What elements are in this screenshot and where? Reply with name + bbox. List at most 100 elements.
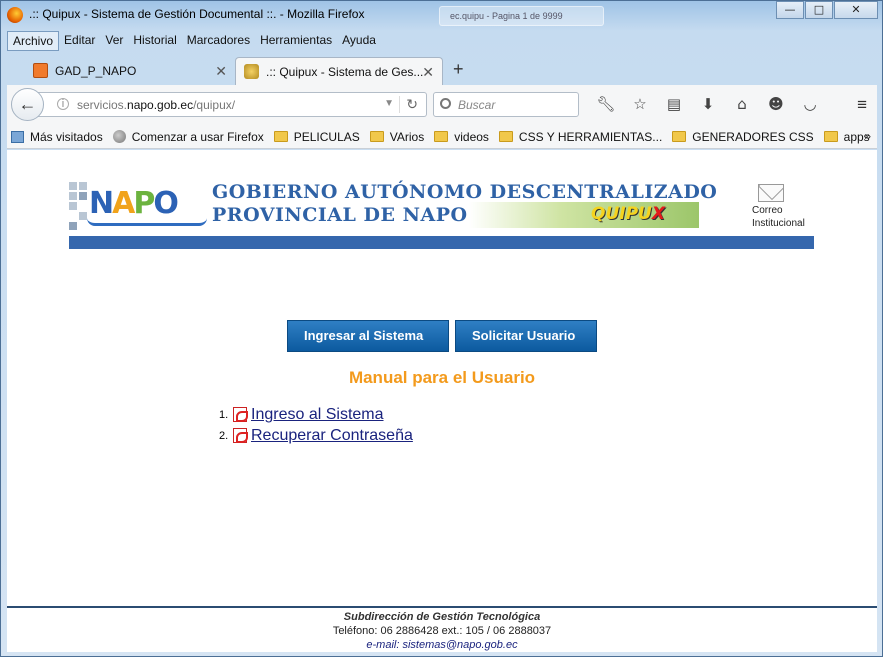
menu-archivo[interactable]: Archivo [7, 31, 60, 51]
tab-strip: GAD_P_NAPO ✕ .:: Quipux - Sistema de Ges… [7, 55, 877, 85]
bookmark-css-herramientas[interactable]: CSS Y HERRAMIENTAS... [498, 129, 663, 144]
xampp-favicon-icon [33, 63, 48, 78]
institutional-mail-link[interactable]: Correo Institucional [752, 184, 822, 230]
maximize-button[interactable]: □ [805, 1, 833, 19]
quipux-favicon-icon [244, 64, 259, 79]
hamburger-menu-icon[interactable]: ≡ [857, 95, 867, 115]
manual-link-ingreso[interactable]: Ingreso al Sistema [251, 406, 384, 424]
decorative-square [69, 192, 77, 200]
napo-logo: NAPO [89, 186, 179, 221]
folder-icon [369, 131, 384, 142]
tab-quipux[interactable]: .:: Quipux - Sistema de Ges... ✕ [235, 57, 443, 85]
close-window-button[interactable]: ✕ [834, 1, 878, 19]
close-tab-icon[interactable]: ✕ [422, 64, 434, 81]
search-placeholder: Buscar [458, 98, 496, 112]
bookmark-mas-visitados[interactable]: Más visitados [11, 130, 103, 144]
minimize-button[interactable]: — [776, 1, 804, 19]
bookmark-videos[interactable]: videos [434, 130, 489, 144]
menu-ayuda[interactable]: Ayuda [337, 31, 381, 51]
envelope-icon[interactable] [758, 184, 784, 202]
star-icon[interactable]: ☆ [623, 95, 657, 113]
url-host: napo.gob.ec [127, 98, 194, 112]
url-bar[interactable]: i servicios.napo.gob.ec/quipux/ ▼ ↻ [37, 92, 427, 117]
folder-icon [434, 131, 449, 142]
bookmark-generadores-css[interactable]: GENERADORES CSS [672, 129, 814, 144]
manual-list: 1. Ingreso al Sistema 2. Recuperar Contr… [219, 404, 413, 446]
bookmark-comenzar-firefox[interactable]: Comenzar a usar Firefox [112, 129, 264, 144]
bookmark-label: Más visitados [30, 129, 103, 144]
bookmark-label: Comenzar a usar Firefox [131, 129, 264, 144]
bookmark-apps[interactable]: apps [823, 130, 870, 144]
manual-link-recuperar[interactable]: Recuperar Contraseña [251, 427, 413, 445]
decorative-square [79, 182, 87, 190]
pdf-icon[interactable] [233, 407, 248, 422]
download-icon[interactable]: ⬇ [691, 95, 725, 113]
navigation-toolbar: i servicios.napo.gob.ec/quipux/ ▼ ↻ ← Bu… [7, 85, 877, 125]
menu-marcadores[interactable]: Marcadores [182, 31, 255, 51]
menu-ver[interactable]: Ver [100, 31, 128, 51]
list-item: 2. Recuperar Contraseña [219, 425, 413, 446]
pdf-icon[interactable] [233, 428, 248, 443]
menu-editar[interactable]: Editar [59, 31, 100, 51]
banner-title-line2: PROVINCIAL DE NAPO [212, 204, 468, 226]
decorative-square [79, 212, 87, 220]
request-user-button[interactable]: Solicitar Usuario [455, 320, 597, 352]
manual-heading: Manual para el Usuario [348, 368, 536, 387]
browser-window: .:: Quipux - Sistema de Gestión Document… [0, 0, 883, 657]
back-button[interactable]: ← [11, 88, 44, 121]
home-icon[interactable]: ⌂ [725, 95, 759, 113]
quipux-logo: QUIPUX [591, 204, 665, 224]
decorative-square [69, 182, 77, 190]
list-number: 1. [219, 408, 229, 421]
firefox-logo-icon [7, 7, 23, 23]
window-title: .:: Quipux - Sistema de Gestión Document… [29, 7, 365, 21]
footer-divider [7, 606, 877, 608]
search-icon [440, 98, 451, 109]
background-window-tab[interactable]: ec.quipu - Pagina 1 de 9999 [439, 6, 604, 26]
bookmark-label: CSS Y HERRAMIENTAS... [518, 129, 663, 144]
smiley-icon[interactable]: ☻ [759, 95, 793, 113]
dropdown-arrow-icon[interactable]: ▼ [384, 98, 394, 109]
decorative-square [69, 222, 77, 230]
bookmark-peliculas[interactable]: PELICULAS [273, 129, 360, 144]
footer-email[interactable]: e-mail: sistemas@napo.gob.ec [7, 638, 877, 652]
bookmarks-toolbar: Más visitados Comenzar a usar Firefox PE… [7, 125, 877, 149]
bookmark-label: videos [454, 129, 489, 144]
new-tab-button[interactable]: + [453, 59, 464, 80]
menu-historial[interactable]: Historial [128, 31, 181, 51]
reload-icon[interactable]: ↻ [399, 96, 418, 113]
decorative-square [69, 202, 77, 210]
folder-icon [273, 131, 288, 142]
page-content: NAPO GOBIERNO AUTÓNOMO DESCENTRALIZADO P… [7, 150, 877, 652]
folder-icon [672, 131, 687, 142]
mail-label-line2: Institucional [752, 218, 805, 229]
menu-bar: Archivo Editar Ver Historial Marcadores … [7, 31, 381, 51]
bookmark-label: GENERADORES CSS [692, 129, 814, 144]
menu-herramientas[interactable]: Herramientas [255, 31, 337, 51]
folder-icon [498, 131, 513, 142]
banner-bar [69, 236, 814, 249]
wrench-icon[interactable]: 🔧︎ [589, 95, 623, 113]
bookmarks-overflow-icon[interactable]: » [864, 129, 871, 143]
url-path: /quipux/ [193, 98, 236, 112]
close-tab-icon[interactable]: ✕ [215, 63, 227, 80]
footer-phone: Teléfono: 06 2886428 ext.: 105 / 06 2888… [332, 625, 552, 637]
login-button[interactable]: Ingresar al Sistema [287, 320, 449, 352]
url-prefix: servicios. [77, 98, 128, 112]
bookmark-label: PELICULAS [293, 129, 360, 144]
footer-department: Subdirección de Gestión Tecnológica [343, 611, 541, 623]
bookmark-label: VArios [389, 129, 425, 144]
tab-label: GAD_P_NAPO [55, 64, 137, 78]
tab-gad-p-napo[interactable]: GAD_P_NAPO ✕ [25, 57, 235, 85]
list-item: 1. Ingreso al Sistema [219, 404, 413, 425]
decorative-square [79, 192, 87, 200]
pocket-icon[interactable]: ◡ [793, 95, 827, 113]
most-visited-icon [11, 130, 24, 143]
logo-wave [87, 218, 207, 226]
list-number: 2. [219, 429, 229, 442]
folder-icon [823, 131, 838, 142]
info-icon[interactable]: i [57, 98, 69, 110]
search-input[interactable]: Buscar [433, 92, 579, 117]
bookmark-varios[interactable]: VArios [369, 129, 425, 144]
clipboard-icon[interactable]: ▤ [657, 95, 691, 113]
